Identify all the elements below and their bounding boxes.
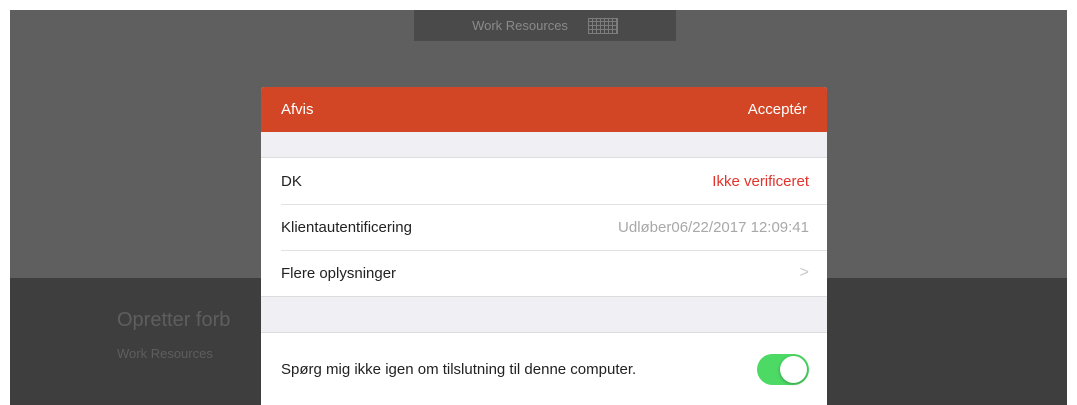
chevron-right-icon: > xyxy=(799,264,809,281)
session-title: Work Resources xyxy=(472,18,568,33)
toggle-knob xyxy=(780,356,807,383)
dialog-header: Afvis Acceptér xyxy=(261,87,827,132)
row-remember-choice: Spørg mig ikke igen om tilslutning til d… xyxy=(261,333,827,405)
session-title-bar[interactable]: Work Resources xyxy=(414,10,676,41)
expiry-value: Udløber06/22/2017 12:09:41 xyxy=(618,218,809,236)
row-label: Klientautentificering xyxy=(281,218,412,236)
frame-top xyxy=(0,0,1077,10)
connecting-status: Opretter forb xyxy=(117,309,231,331)
frame-right xyxy=(1067,0,1077,405)
keyboard-icon[interactable] xyxy=(587,17,618,34)
reject-button[interactable]: Afvis xyxy=(281,87,314,132)
row-label: DK xyxy=(281,172,302,190)
toggle-label: Spørg mig ikke igen om tilslutning til d… xyxy=(281,361,637,378)
row-more-info[interactable]: Flere oplysninger > xyxy=(261,250,827,296)
row-client-auth: Klientautentificering Udløber06/22/2017 … xyxy=(261,204,827,250)
row-certificate-name: DK Ikke verificeret xyxy=(261,158,827,204)
frame-left xyxy=(0,0,10,405)
certificate-info-group: DK Ikke verificeret Klientautentificerin… xyxy=(261,157,827,297)
remember-toggle[interactable] xyxy=(757,354,809,385)
verification-status: Ikke verificeret xyxy=(712,172,809,190)
accept-button[interactable]: Acceptér xyxy=(748,87,807,132)
remember-group: Spørg mig ikke igen om tilslutning til d… xyxy=(261,332,827,405)
row-label: Flere oplysninger xyxy=(281,264,397,282)
connecting-resource: Work Resources xyxy=(117,346,213,361)
certificate-dialog: Afvis Acceptér DK Ikke verificeret Klien… xyxy=(261,87,827,405)
